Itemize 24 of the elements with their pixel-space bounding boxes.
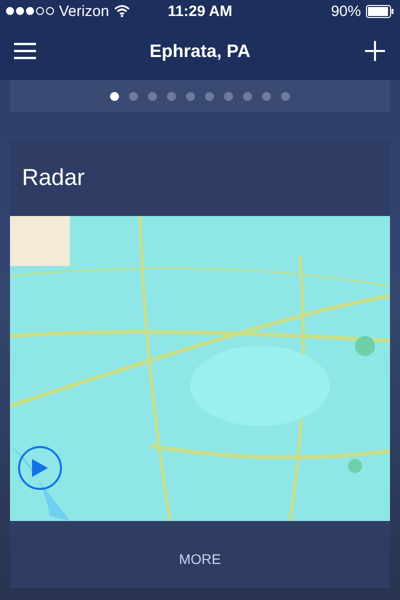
page-dot[interactable] (148, 92, 157, 100)
card-title: Radar (21, 163, 86, 192)
add-button[interactable] (362, 38, 388, 64)
battery-icon (366, 4, 394, 18)
page-dot[interactable] (205, 92, 214, 100)
play-button[interactable] (18, 446, 62, 490)
page-dot[interactable] (167, 92, 176, 100)
carrier-name: Verizon (59, 2, 110, 20)
page-dot[interactable] (110, 92, 119, 100)
location-title: Ephrata, PA (150, 40, 250, 62)
page-dot[interactable] (281, 92, 290, 100)
page-dot[interactable] (186, 92, 195, 100)
menu-icon (14, 42, 36, 60)
page-dot[interactable] (243, 92, 252, 100)
battery-percent: 90% (330, 2, 361, 20)
page-dot[interactable] (129, 92, 138, 100)
page-dot[interactable] (224, 92, 233, 100)
more-button[interactable]: MORE (171, 547, 229, 571)
clock-time: 11:29 AM (168, 2, 232, 20)
signal-icon (6, 7, 54, 15)
play-icon (31, 458, 49, 478)
page-dot[interactable] (262, 92, 271, 100)
wifi-icon (114, 5, 130, 17)
plus-icon (365, 41, 385, 61)
